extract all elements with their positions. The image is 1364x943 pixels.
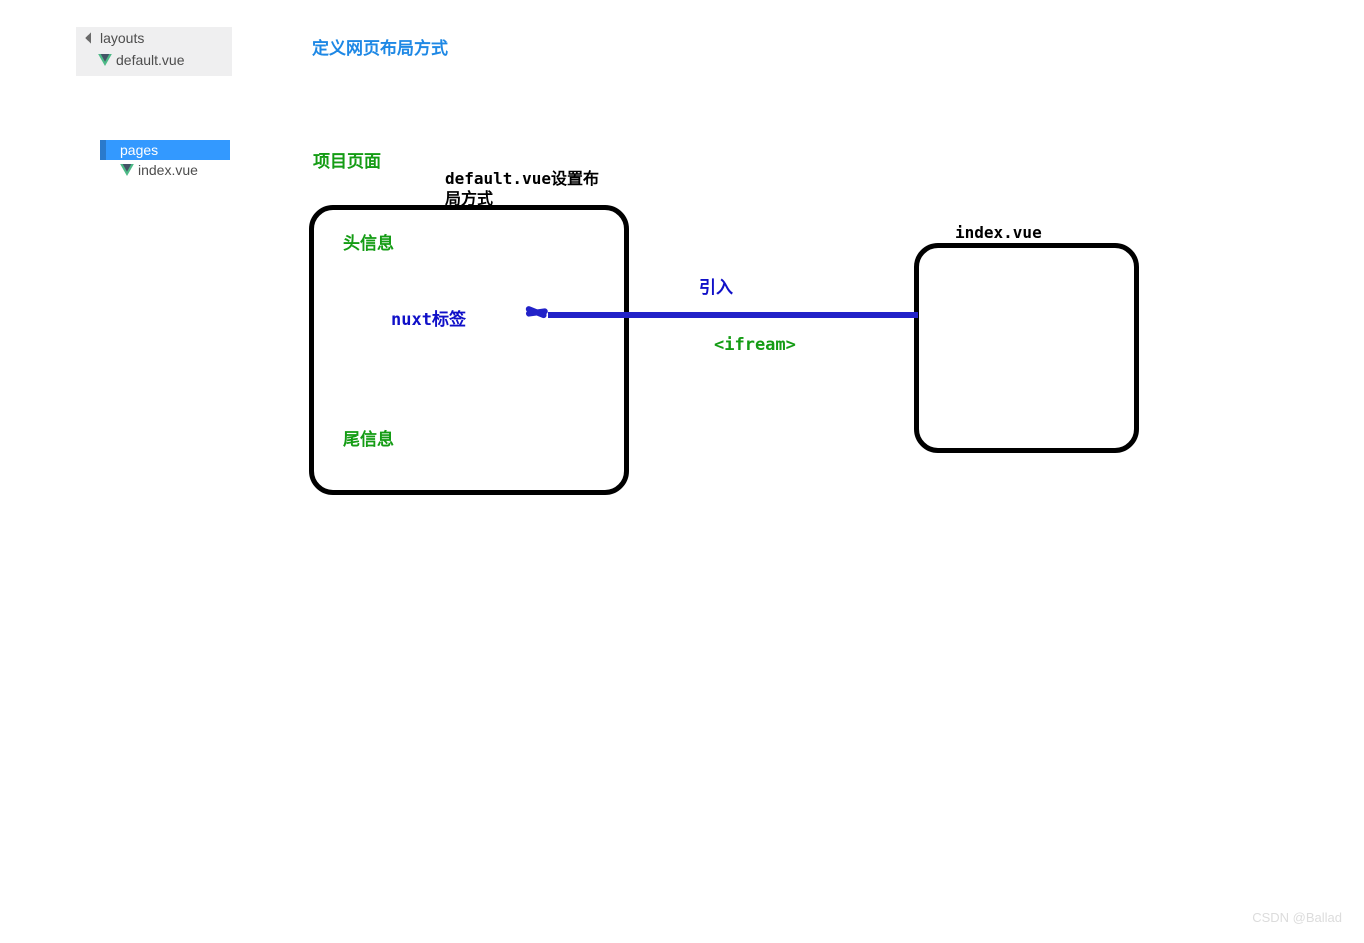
- label-ifream: <ifream>: [714, 335, 796, 355]
- label-footer-info: 尾信息: [343, 425, 394, 450]
- label-header-info: 头信息: [343, 229, 394, 254]
- label-index-vue: index.vue: [955, 223, 1042, 243]
- tree-block-layouts: layouts default.vue: [76, 27, 232, 76]
- folder-label: layouts: [100, 30, 144, 46]
- vue-file-icon: [98, 54, 112, 66]
- tree-block-pages: pages index.vue: [100, 140, 230, 180]
- label-default-vue-caption: default.vue设置布局方式: [445, 169, 605, 209]
- label-nuxt-tag: nuxt标签: [391, 305, 466, 330]
- folder-row-pages[interactable]: pages: [100, 140, 230, 160]
- file-row-default-vue[interactable]: default.vue: [76, 49, 232, 71]
- label-import: 引入: [699, 273, 733, 298]
- import-arrow-line: [548, 312, 918, 318]
- import-arrow-head-icon: [526, 302, 554, 318]
- page-box-index-vue: [914, 243, 1139, 453]
- file-label: index.vue: [138, 162, 198, 178]
- file-row-index-vue[interactable]: index.vue: [100, 160, 230, 180]
- vue-file-icon: [120, 164, 134, 176]
- diagram-title: 定义网页布局方式: [312, 34, 448, 59]
- chevron-expanded-icon: [86, 33, 96, 43]
- folder-label: pages: [120, 142, 158, 158]
- label-project-page: 项目页面: [313, 147, 381, 172]
- file-label: default.vue: [116, 52, 185, 68]
- watermark: CSDN @Ballad: [1252, 910, 1342, 925]
- folder-row-layouts[interactable]: layouts: [76, 27, 232, 49]
